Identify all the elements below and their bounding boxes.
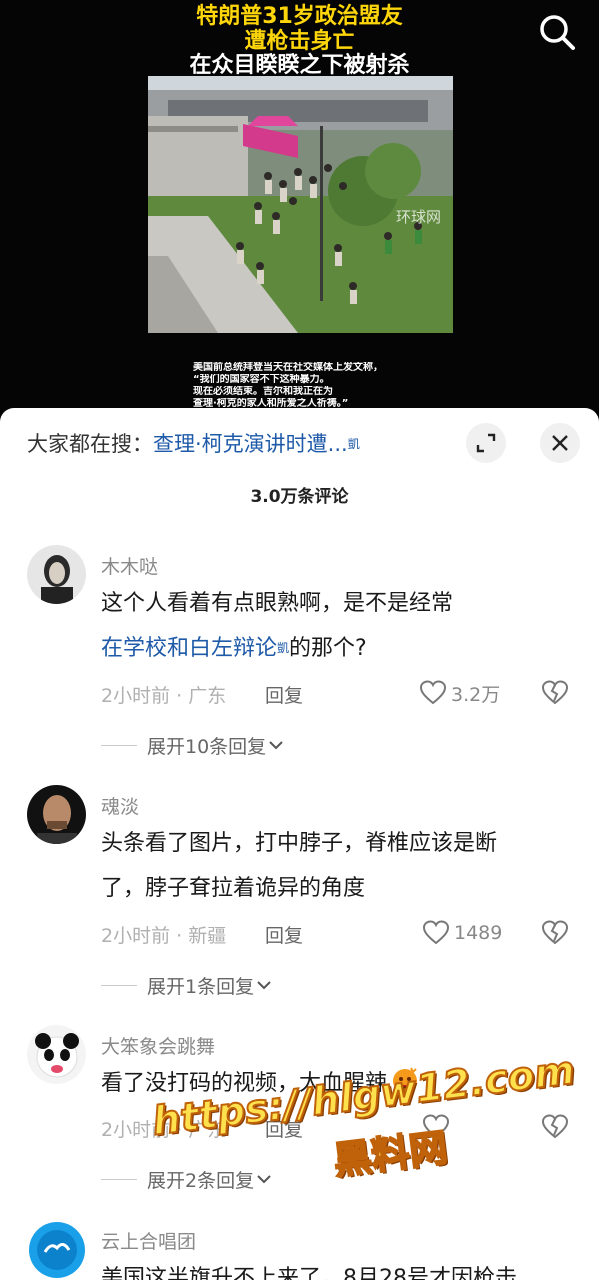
comments-sheet: 大家都在搜：查理·柯克演讲时遭...凱 3.0万条评论 木木哒 这个人看着有点眼… (0, 408, 599, 1280)
trending-search-prefix: 大家都在搜： (27, 432, 153, 456)
broken-heart-icon (541, 920, 569, 945)
expand-divider (101, 744, 137, 746)
search-hint-icon: 凱 (277, 641, 290, 655)
search-hint-icon: 凱 (347, 437, 360, 451)
comment-username[interactable]: 木木哒 (101, 552, 158, 579)
like-button[interactable]: 1489 (422, 919, 502, 947)
video-headline-line3: 在众目睽睽之下被射杀 (189, 53, 410, 78)
search-button[interactable] (537, 12, 577, 52)
comment-text-tail: 的那个? (289, 636, 367, 661)
comment-username[interactable]: 魂淡 (101, 792, 139, 819)
caption-line: 美国前总统拜登当天在社交媒体上发文称， (193, 362, 383, 373)
comment-count: 3.0万条评论 (250, 487, 349, 507)
comment-meta: 2小时前 · 广东 (101, 685, 227, 707)
expand-divider (101, 984, 137, 986)
caption-line: 现在必须结束。吉尔和我正在为 (193, 386, 333, 397)
expand-icon (476, 433, 496, 453)
chevron-down-icon (269, 741, 283, 750)
avatar[interactable] (27, 1220, 86, 1279)
expand-replies-button[interactable]: 展开1条回复 (101, 971, 274, 999)
search-icon (540, 15, 575, 50)
dislike-button[interactable] (541, 679, 569, 707)
comment-text-line: 头条看了图片，打中脖子，脊椎应该是断 (101, 831, 498, 856)
comment-username[interactable]: 云上合唱团 (101, 1227, 196, 1254)
like-count: 1489 (454, 922, 503, 944)
video-player[interactable]: 特朗普31岁政治盟友 遭枪击身亡 在众目睽睽之下被射杀 环球网 美国前总统拜登当… (0, 0, 599, 420)
heart-icon (419, 680, 447, 705)
expand-replies-button[interactable]: 展开10条回复 (101, 731, 286, 759)
comment-text-line: 在学校和白左辩论凱的那个? (101, 626, 561, 671)
reply-button[interactable]: 回复 (265, 921, 303, 948)
comment-text: 这个人看着有点眼熟啊，是不是经常 在学校和白左辩论凱的那个? (101, 581, 561, 671)
comment-text-line: 了，脖子耷拉着诡异的角度 (101, 876, 366, 901)
comment-meta: 2小时前 · 新疆 (101, 925, 227, 947)
chevron-down-icon (257, 981, 271, 990)
avatar[interactable] (27, 785, 86, 844)
video-headline-line1: 特朗普31岁政治盟友 (196, 4, 403, 29)
reply-button[interactable]: 回复 (265, 681, 303, 708)
heart-icon (422, 920, 450, 945)
dislike-button[interactable] (541, 919, 569, 947)
caption-line: “我们的国家容不下这种暴力。 (193, 374, 330, 385)
close-sheet-button[interactable] (540, 423, 580, 463)
close-icon (552, 435, 568, 451)
avatar[interactable] (27, 545, 86, 604)
broken-heart-icon (541, 680, 569, 705)
video-frame[interactable]: 环球网 (148, 76, 453, 333)
video-caption: 美国前总统拜登当天在社交媒体上发文称， “我们的国家容不下这种暴力。 现在必须结… (193, 362, 453, 410)
expand-divider (101, 1178, 137, 1180)
comment-text: 美国这半旗升不上来了，8月28号才因枪击 (101, 1256, 561, 1280)
comment-text-line: 美国这半旗升不上来了，8月28号才因枪击 (101, 1266, 517, 1280)
avatar[interactable] (27, 1025, 86, 1084)
expand-replies-label: 展开10条回复 (147, 735, 267, 758)
video-watermark: 环球网 (395, 208, 441, 226)
video-headline-line2: 遭枪击身亡 (244, 29, 355, 54)
comment-text-line: 这个人看着有点眼熟啊，是不是经常 (101, 591, 454, 616)
like-button[interactable]: 3.2万 (419, 679, 500, 707)
like-count: 3.2万 (451, 683, 501, 706)
trending-search-query[interactable]: 查理·柯克演讲时遭... (153, 432, 348, 456)
comment-username[interactable]: 大笨象会跳舞 (101, 1032, 215, 1059)
promo-name: 黑料网 (330, 1124, 451, 1184)
comment-search-link[interactable]: 在学校和白左辩论 (101, 636, 277, 661)
expand-replies-label: 展开1条回复 (147, 975, 255, 998)
comment-text: 头条看了图片，打中脖子，脊椎应该是断 了，脖子耷拉着诡异的角度 (101, 821, 561, 911)
crowd-scene-image (148, 76, 453, 333)
trending-search[interactable]: 大家都在搜：查理·柯克演讲时遭...凱 (27, 426, 427, 462)
expand-sheet-button[interactable] (466, 423, 506, 463)
